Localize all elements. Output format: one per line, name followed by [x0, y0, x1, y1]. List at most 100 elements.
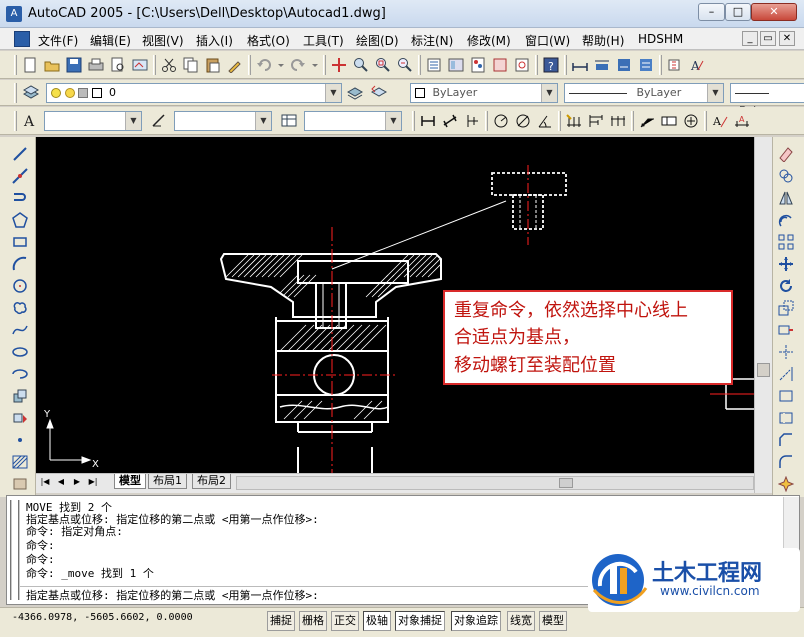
menu-draw[interactable]: 绘图(D) [354, 32, 401, 49]
mdi-close-button[interactable]: ✕ [779, 31, 795, 46]
gradient-icon[interactable] [11, 475, 29, 493]
menu-insert[interactable]: 插入(I) [194, 32, 235, 49]
line-icon[interactable] [11, 145, 29, 163]
circle-icon[interactable] [11, 277, 29, 295]
lineweight-dropdown[interactable]: ByLay [730, 83, 804, 117]
command-prompt[interactable]: 指定基点或位移: 指定位移的第二点或 <用第一点作位移>: [26, 590, 319, 602]
construction-line-icon[interactable] [11, 167, 29, 185]
stretch-icon[interactable] [777, 321, 795, 339]
dimension-style-icon[interactable] [615, 56, 633, 74]
horizontal-scroll-thumb[interactable] [559, 478, 573, 488]
baseline-dimension-icon[interactable] [587, 112, 605, 130]
document-icon[interactable] [14, 31, 30, 47]
hatch-icon[interactable] [11, 453, 29, 471]
revision-cloud-icon[interactable] [11, 299, 29, 317]
toolbar-grip[interactable] [14, 111, 17, 131]
trim-icon[interactable] [777, 343, 795, 361]
last-tab-icon[interactable]: ▶| [86, 475, 100, 489]
model-toggle[interactable]: 模型 [539, 611, 567, 631]
markup-icon[interactable] [513, 56, 531, 74]
snap-toggle[interactable]: 捕捉 [267, 611, 295, 631]
fillet-icon[interactable] [777, 453, 795, 471]
object-snap-toggle[interactable]: 对象捕捉 [395, 611, 445, 631]
menu-help[interactable]: 帮助(H) [580, 32, 626, 49]
coordinate-display[interactable]: -4366.0978, -5605.6602, 0.0000 [12, 612, 193, 623]
zoom-window-icon[interactable] [374, 56, 392, 74]
mdi-restore-button[interactable]: ▭ [760, 31, 776, 46]
vertical-scroll-thumb[interactable] [757, 363, 770, 377]
close-button[interactable]: ✕ [751, 3, 797, 21]
menu-edit[interactable]: 编辑(E) [88, 32, 133, 49]
text-style-icon[interactable]: A [688, 56, 706, 74]
new-file-icon[interactable] [21, 56, 39, 74]
table-style-dropdown[interactable]: ▼ [304, 111, 402, 131]
insert-block-icon[interactable] [11, 387, 29, 405]
ordinate-dimension-icon[interactable] [463, 112, 481, 130]
scale-icon[interactable] [777, 299, 795, 317]
layer-previous-icon[interactable] [370, 83, 388, 101]
polygon-icon[interactable] [11, 211, 29, 229]
make-layer-current-icon[interactable] [346, 83, 364, 101]
tab-layout1[interactable]: 布局1 [148, 474, 187, 489]
tool-palettes-icon[interactable] [469, 56, 487, 74]
offset-icon[interactable] [777, 211, 795, 229]
array-icon[interactable] [777, 233, 795, 251]
mirror-icon[interactable] [777, 189, 795, 207]
dimension-update-icon[interactable] [637, 56, 655, 74]
prev-tab-icon[interactable]: ◀ [54, 475, 68, 489]
horizontal-scrollbar[interactable] [236, 476, 754, 490]
linear-dimension-icon[interactable] [419, 112, 437, 130]
ellipse-arc-icon[interactable] [11, 365, 29, 383]
menu-view[interactable]: 视图(V) [140, 32, 186, 49]
rotate-icon[interactable] [777, 277, 795, 295]
publish-icon[interactable] [131, 56, 149, 74]
tolerance-icon[interactable] [660, 112, 678, 130]
dimension-edit-icon[interactable]: A [711, 112, 729, 130]
tab-model[interactable]: 模型 [114, 474, 146, 489]
break-icon[interactable] [777, 409, 795, 427]
break-at-point-icon[interactable] [777, 387, 795, 405]
color-dropdown[interactable]: ByLayer ▼ [410, 83, 558, 103]
polar-toggle[interactable]: 极轴 [363, 611, 391, 631]
layer-dropdown[interactable]: 0 ▼ [46, 83, 342, 103]
open-file-icon[interactable] [43, 56, 61, 74]
arc-icon[interactable] [11, 255, 29, 273]
ellipse-icon[interactable] [11, 343, 29, 361]
save-icon[interactable] [65, 56, 83, 74]
dimension-style-manager-icon[interactable] [150, 111, 168, 129]
design-center-icon[interactable] [447, 56, 465, 74]
tab-layout2[interactable]: 布局2 [192, 474, 231, 489]
menu-hdshm[interactable]: HDSHM [636, 32, 685, 46]
menu-tools[interactable]: 工具(T) [301, 32, 346, 49]
first-tab-icon[interactable]: |◀ [38, 475, 52, 489]
erase-icon[interactable] [777, 145, 795, 163]
paste-icon[interactable] [204, 56, 222, 74]
menu-file[interactable]: 文件(F) [36, 32, 80, 49]
copy-object-icon[interactable] [777, 167, 795, 185]
maximize-button[interactable]: □ [725, 3, 751, 21]
grid-toggle[interactable]: 栅格 [299, 611, 327, 631]
object-tracking-toggle[interactable]: 对象追踪 [451, 611, 501, 631]
rectangle-icon[interactable] [11, 233, 29, 251]
diameter-dimension-icon[interactable] [514, 112, 532, 130]
print-preview-icon[interactable] [109, 56, 127, 74]
continue-dimension-icon[interactable] [609, 112, 627, 130]
dimension-text-edit-icon[interactable]: A [733, 112, 751, 130]
quick-dimension-icon[interactable] [565, 112, 583, 130]
zoom-previous-icon[interactable] [396, 56, 414, 74]
explode-icon[interactable] [777, 475, 795, 493]
sheet-set-icon[interactable] [491, 56, 509, 74]
copy-icon[interactable] [182, 56, 200, 74]
layer-manager-icon[interactable] [22, 83, 40, 101]
ortho-toggle[interactable]: 正交 [331, 611, 359, 631]
toolbar-grip[interactable] [14, 83, 17, 103]
radius-dimension-icon[interactable] [492, 112, 510, 130]
vertical-scrollbar[interactable] [754, 137, 772, 493]
properties-icon[interactable] [425, 56, 443, 74]
quick-leader-icon[interactable] [638, 112, 656, 130]
linetype-dropdown[interactable]: ByLayer ▼ [564, 83, 724, 103]
extend-icon[interactable] [777, 365, 795, 383]
dimension-linear-icon[interactable] [571, 56, 589, 74]
help-icon[interactable]: ? [542, 56, 560, 74]
undo-icon[interactable] [255, 56, 273, 74]
